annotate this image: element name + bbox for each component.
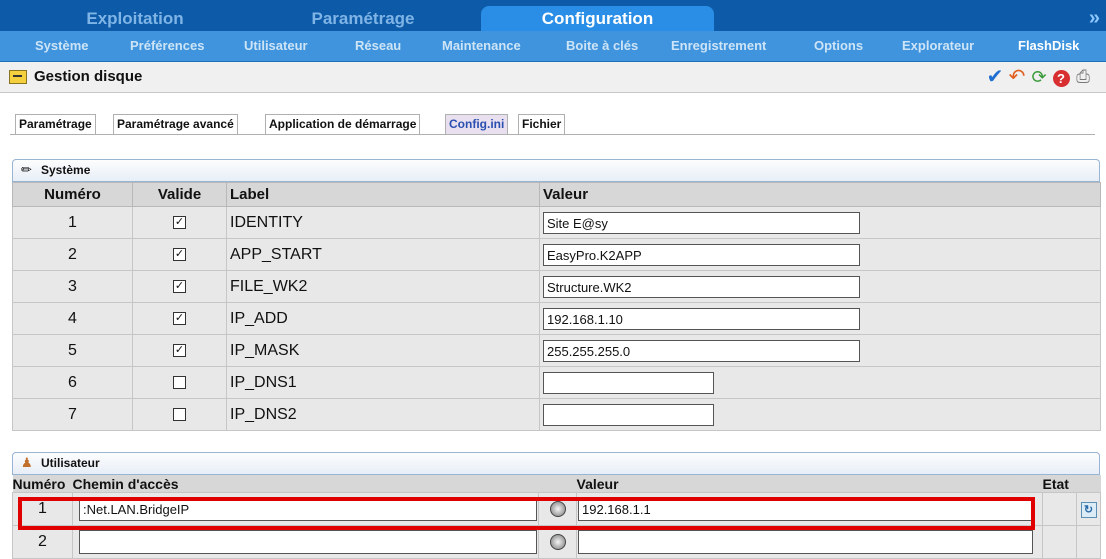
row-number: 1 (12, 492, 73, 526)
title-bar: Gestion disque ✔ ↶ ⟳ ? ⎙ (0, 62, 1106, 93)
value-input[interactable] (578, 530, 1033, 554)
section-systeme-header: ✏ Système (12, 159, 1100, 182)
value-input[interactable]: 192.168.1.1 (578, 497, 1033, 521)
print-icon[interactable]: ⎙ (1072, 66, 1094, 88)
value-input[interactable]: EasyPro.K2APP (543, 243, 860, 266)
value-input[interactable]: 192.168.1.10 (543, 307, 860, 330)
col-label: Label (226, 182, 540, 207)
subnav-flashdisk[interactable]: FlashDisk (1018, 31, 1079, 61)
tab-configuration[interactable]: Configuration (481, 6, 714, 31)
subtab-parametrage-avance[interactable]: Paramétrage avancé (113, 114, 238, 134)
valid-checkbox[interactable]: ✓ (173, 311, 186, 325)
more-tabs-icon[interactable]: » (1089, 8, 1100, 28)
valid-checkbox[interactable] (173, 375, 186, 389)
subnav-preferences[interactable]: Préférences (130, 31, 204, 61)
valid-checkbox[interactable]: ✓ (173, 279, 186, 293)
table-row: 2 ✓ APP_START EasyPro.K2APP (12, 238, 1101, 271)
valid-checkbox[interactable] (173, 407, 186, 421)
table-row: 4 ✓ IP_ADD 192.168.1.10 (12, 302, 1101, 335)
browse-icon[interactable] (549, 500, 566, 517)
row-number: 7 (12, 398, 133, 431)
table-row: 5 ✓ IP_MASK 255.255.255.0 (12, 334, 1101, 367)
row-number: 6 (12, 366, 133, 399)
pencil-icon: ✏ (21, 162, 32, 177)
row-number: 2 (12, 525, 73, 559)
section-systeme-title: Système (41, 163, 91, 177)
table-row: 7 IP_DNS2 (12, 398, 1101, 431)
row-label: FILE_WK2 (226, 270, 540, 303)
toolbar: ✔ ↶ ⟳ ? ⎙ (984, 66, 1094, 88)
subnav-systeme[interactable]: Système (35, 31, 88, 61)
table-row: 1 :Net.LAN.BridgeIP 192.168.1.1 ↻ (12, 492, 1101, 526)
valid-checkbox[interactable]: ✓ (173, 343, 186, 357)
subnav-maintenance[interactable]: Maintenance (442, 31, 521, 61)
row-number: 5 (12, 334, 133, 367)
col-valeur: Valeur (576, 475, 1043, 493)
row-label: IP_MASK (226, 334, 540, 367)
disk-icon (9, 70, 27, 84)
value-input[interactable]: Site E@sy (543, 211, 860, 234)
col-spacer (538, 475, 577, 493)
subtab-config-ini[interactable]: Config.ini (445, 114, 509, 134)
utilisateur-table: Numéro Chemin d'accès Valeur Etat 1 :Net… (12, 475, 1101, 559)
user-icon: ♟ (21, 455, 33, 470)
valid-checkbox[interactable]: ✓ (173, 215, 186, 229)
row-label: IP_DNS1 (226, 366, 540, 399)
systeme-table: Numéro Valide Label Valeur 1 ✓ IDENTITY … (12, 182, 1101, 431)
row-label: IP_ADD (226, 302, 540, 335)
value-input[interactable]: Structure.WK2 (543, 275, 860, 298)
value-input[interactable]: 255.255.255.0 (543, 339, 860, 362)
value-input[interactable] (543, 403, 714, 426)
subnav-utilisateur[interactable]: Utilisateur (244, 31, 308, 61)
page-title: Gestion disque (34, 68, 143, 85)
undo-icon[interactable]: ↶ (1006, 66, 1028, 88)
row-number: 3 (12, 270, 133, 303)
path-input[interactable] (79, 530, 537, 554)
state-cell (1042, 525, 1077, 559)
col-numero: Numéro (12, 475, 73, 493)
refresh-icon[interactable]: ↻ (1080, 502, 1097, 518)
refresh-icon[interactable]: ⟳ (1028, 66, 1050, 88)
col-action (1076, 475, 1101, 493)
row-number: 4 (12, 302, 133, 335)
table-row: 3 ✓ FILE_WK2 Structure.WK2 (12, 270, 1101, 303)
path-input[interactable]: :Net.LAN.BridgeIP (79, 497, 537, 521)
state-cell (1042, 492, 1077, 526)
help-icon[interactable]: ? (1050, 66, 1072, 88)
subtab-application-demarrage[interactable]: Application de démarrage (265, 114, 421, 134)
section-utilisateur-header: ♟ Utilisateur (12, 452, 1100, 475)
subtab-parametrage[interactable]: Paramétrage (15, 114, 96, 134)
tab-parametrage[interactable]: Paramétrage (258, 6, 468, 31)
tab-exploitation[interactable]: Exploitation (30, 6, 240, 31)
row-label: APP_START (226, 238, 540, 271)
subnav-explorateur[interactable]: Explorateur (902, 31, 974, 61)
row-label: IP_DNS2 (226, 398, 540, 431)
section-utilisateur-title: Utilisateur (41, 456, 100, 470)
valid-checkbox[interactable]: ✓ (173, 247, 186, 261)
col-etat: Etat (1042, 475, 1077, 493)
col-valide: Valide (132, 182, 227, 207)
table-row: 1 ✓ IDENTITY Site E@sy (12, 206, 1101, 239)
subnav-reseau[interactable]: Réseau (355, 31, 401, 61)
subtab-divider (10, 134, 1095, 135)
row-number: 2 (12, 238, 133, 271)
subnav-boite-a-cles[interactable]: Boite à clés (566, 31, 638, 61)
check-icon[interactable]: ✔ (984, 66, 1006, 88)
col-chemin: Chemin d'accès (72, 475, 539, 493)
action-cell (1076, 525, 1101, 559)
value-input[interactable] (543, 371, 714, 394)
row-label: IDENTITY (226, 206, 540, 239)
col-valeur: Valeur (539, 182, 1101, 207)
table-row: 2 (12, 525, 1101, 559)
top-tab-bar: Exploitation Paramétrage Configuration » (0, 0, 1106, 31)
sub-nav: Système Préférences Utilisateur Réseau M… (0, 31, 1106, 62)
browse-icon[interactable] (549, 533, 566, 550)
table-row: 6 IP_DNS1 (12, 366, 1101, 399)
subtab-fichier[interactable]: Fichier (518, 114, 566, 134)
subnav-options[interactable]: Options (814, 31, 863, 61)
row-number: 1 (12, 206, 133, 239)
col-numero: Numéro (12, 182, 133, 207)
subnav-enregistrement[interactable]: Enregistrement (671, 31, 766, 61)
